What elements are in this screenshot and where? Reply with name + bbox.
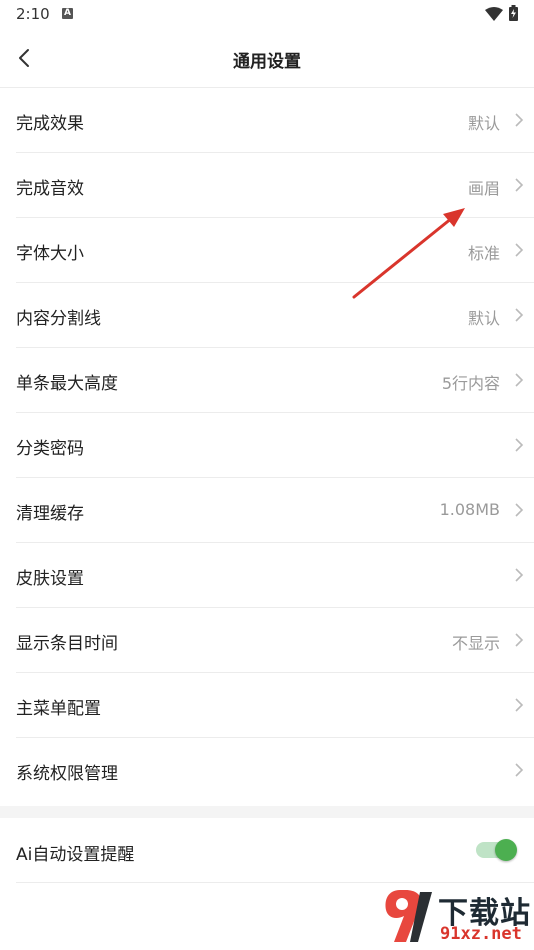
a-icon: A <box>62 8 73 19</box>
chevron-right-icon <box>515 568 524 582</box>
chevron-right-icon <box>515 438 524 452</box>
toggle-knob <box>495 839 517 861</box>
setting-row-system-permissions[interactable]: 系统权限管理 <box>16 738 534 803</box>
section-divider <box>0 806 534 818</box>
status-bar: 2:10 A <box>0 0 534 28</box>
setting-row-max-item-height[interactable]: 单条最大高度 5行内容 <box>16 348 534 413</box>
watermark-url: 91xz.net <box>440 924 522 944</box>
setting-row-content-divider[interactable]: 内容分割线 默认 <box>16 283 534 348</box>
setting-row-main-menu-config[interactable]: 主菜单配置 <box>16 673 534 738</box>
setting-value: 5行内容 <box>441 374 500 393</box>
setting-row-clear-cache[interactable]: 清理缓存 1.08MB <box>16 478 534 543</box>
setting-row-skin[interactable]: 皮肤设置 <box>16 543 534 608</box>
chevron-right-icon <box>515 698 524 712</box>
setting-label: 完成音效 <box>16 179 84 199</box>
chevron-right-icon <box>515 763 524 777</box>
setting-label: 显示条目时间 <box>16 634 118 654</box>
setting-row-completion-sound[interactable]: 完成音效 画眉 <box>16 153 534 218</box>
setting-label: 皮肤设置 <box>16 569 84 589</box>
chevron-right-icon <box>515 113 524 127</box>
setting-value: 不显示 <box>451 634 500 653</box>
chevron-right-icon <box>515 178 524 192</box>
setting-value: 默认 <box>467 114 500 133</box>
setting-label: 分类密码 <box>16 439 84 459</box>
setting-row-completion-effect[interactable]: 完成效果 默认 <box>16 88 534 153</box>
chevron-right-icon <box>515 308 524 322</box>
setting-label: 主菜单配置 <box>16 699 101 719</box>
ai-reminder-toggle[interactable] <box>476 839 517 861</box>
setting-label: 单条最大高度 <box>16 374 118 394</box>
chevron-right-icon <box>515 633 524 647</box>
setting-row-category-password[interactable]: 分类密码 <box>16 413 534 478</box>
setting-label: Ai自动设置提醒 <box>16 845 135 865</box>
status-time: 2:10 <box>16 5 50 23</box>
setting-value: 画眉 <box>467 179 500 198</box>
watermark-logo-icon <box>385 890 432 942</box>
wifi-icon <box>485 7 503 21</box>
setting-label: 清理缓存 <box>16 504 84 524</box>
settings-list: 完成效果 默认 完成音效 画眉 字体大小 标准 内容分割线 默认 单条最大高度 … <box>0 88 534 803</box>
setting-row-font-size[interactable]: 字体大小 标准 <box>16 218 534 283</box>
setting-label: 完成效果 <box>16 114 84 134</box>
setting-label: 内容分割线 <box>16 309 101 329</box>
nav-bar: 通用设置 <box>0 28 534 88</box>
setting-value: 默认 <box>467 309 500 328</box>
chevron-right-icon <box>515 243 524 257</box>
setting-label: 系统权限管理 <box>16 764 118 784</box>
setting-value: 1.08MB <box>439 500 500 519</box>
chevron-right-icon <box>515 503 524 517</box>
setting-row-show-item-time[interactable]: 显示条目时间 不显示 <box>16 608 534 673</box>
watermark: 下载站 91xz.net <box>380 882 534 950</box>
battery-charging-icon <box>509 5 518 21</box>
page-title: 通用设置 <box>233 52 301 72</box>
setting-label: 字体大小 <box>16 244 84 264</box>
setting-value: 标准 <box>467 244 500 263</box>
setting-row-ai-reminder: Ai自动设置提醒 <box>16 818 534 883</box>
chevron-right-icon <box>515 373 524 387</box>
